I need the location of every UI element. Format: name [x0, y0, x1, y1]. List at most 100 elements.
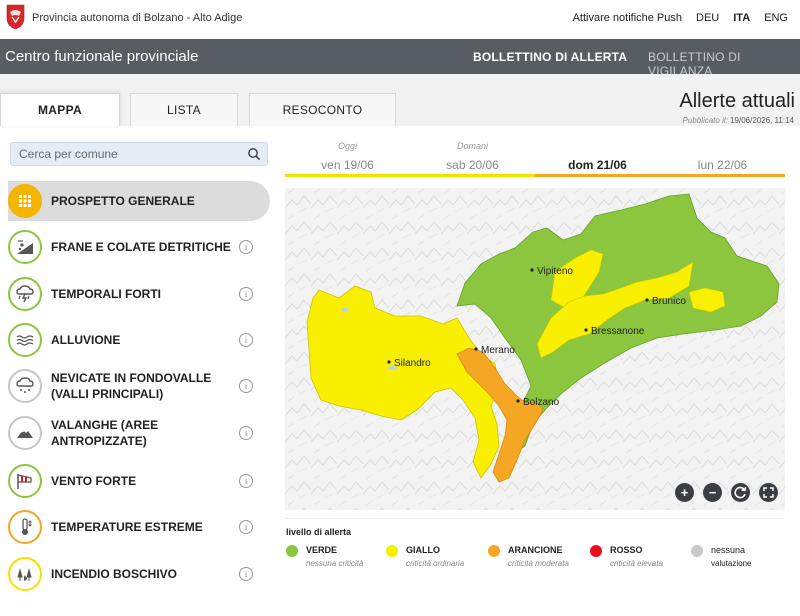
thermometer-icon [8, 510, 42, 544]
info-icon[interactable]: i [239, 240, 253, 254]
hazard-nevicate[interactable]: NEVICATE IN FONDOVALLE (VALLI PRINCIPALI… [8, 366, 270, 406]
day-tab-today[interactable]: Oggi ven 19/06 [285, 141, 410, 172]
info-icon[interactable]: i [239, 287, 253, 301]
day-label: lun 22/06 [697, 158, 748, 172]
legend-name: ROSSO [610, 545, 643, 555]
day-tab-next[interactable]: lun 22/06 [660, 141, 785, 172]
day-caption [660, 141, 785, 152]
legend-swatch [386, 545, 398, 557]
info-icon[interactable]: i [239, 426, 253, 440]
legend-sub: criticità moderata [508, 559, 569, 568]
hazard-frane[interactable]: FRANE E COLATE DETRITICHE i [8, 227, 270, 267]
tab-mappa[interactable]: MAPPA [0, 93, 120, 126]
svg-text:Silandro: Silandro [394, 358, 431, 369]
zoom-out-button[interactable]: − [703, 483, 722, 502]
forest-fire-icon [8, 557, 42, 591]
legend-name: GIALLO [406, 545, 440, 555]
hazard-alluvione[interactable]: ALLUVIONE i [8, 320, 270, 360]
push-notifications-link[interactable]: Attivare notifiche Push [573, 12, 682, 24]
day-label: dom 21/06 [568, 158, 627, 172]
day-label: ven 19/06 [321, 158, 374, 172]
day-caption: Domani [456, 141, 488, 151]
legend-name: ARANCIONE [508, 545, 563, 555]
reset-icon [734, 486, 747, 499]
snowfall-icon [8, 369, 42, 403]
map-legend: livello di allerta VERDE nessuna critici… [285, 518, 785, 576]
day-label: sab 20/06 [446, 158, 499, 172]
grid-icon [8, 184, 42, 218]
search-box [10, 142, 268, 166]
windsock-icon [8, 464, 42, 498]
day-selector: Oggi ven 19/06 Domani sab 20/06 dom 21/0… [285, 141, 785, 177]
flood-icon [8, 323, 42, 357]
town-silandro[interactable]: Silandro [387, 358, 431, 369]
info-icon[interactable]: i [239, 567, 253, 581]
fullscreen-icon [763, 487, 774, 498]
site-title[interactable]: Centro funzionale provinciale [5, 48, 198, 65]
town-merano[interactable]: Merano [474, 345, 515, 356]
day-indicator-bar [285, 174, 785, 177]
town-brunico[interactable]: Brunico [645, 296, 686, 307]
legend-swatch [590, 545, 602, 557]
hazard-label: FRANE E COLATE DETRITICHE [51, 240, 231, 254]
town-bressanone[interactable]: Bressanone [584, 326, 645, 337]
hazard-label: VALANGHE (AREE ANTROPIZZATE) [51, 418, 159, 448]
legend-swatch [286, 545, 298, 557]
search-input[interactable] [11, 143, 231, 165]
organization-name[interactable]: Provincia autonoma di Bolzano - Alto Adi… [32, 12, 242, 24]
info-icon[interactable]: i [239, 474, 253, 488]
svg-text:Brunico: Brunico [652, 296, 686, 307]
info-icon[interactable]: i [239, 520, 253, 534]
lang-ita[interactable]: ITA [733, 12, 750, 24]
fullscreen-button[interactable] [759, 483, 778, 502]
hazard-label: ALLUVIONE [51, 333, 121, 347]
legend-swatch [691, 545, 703, 557]
town-bolzano[interactable]: Bolzano [516, 397, 560, 408]
province-coat-of-arms-logo[interactable] [6, 4, 25, 30]
hazard-label: VENTO FORTE [51, 474, 137, 488]
lang-deu[interactable]: DEU [696, 12, 719, 24]
day-tab-tomorrow[interactable]: Domani sab 20/06 [410, 141, 535, 172]
top-links: Attivare notifiche Push DEU ITA ENG [573, 12, 788, 24]
day-caption: Oggi [337, 141, 357, 151]
legend-name: nessuna [711, 545, 746, 555]
hazard-label: NEVICATE IN FONDOVALLE (VALLI PRINCIPALI… [51, 371, 212, 401]
search-icon[interactable] [247, 147, 261, 161]
svg-text:Merano: Merano [481, 345, 515, 356]
alert-map[interactable]: Vipiteno Brunico Bressanone Merano Silan… [285, 188, 785, 510]
hazard-temperature[interactable]: TEMPERATURE ESTREME i [8, 507, 270, 547]
lang-eng[interactable]: ENG [764, 12, 788, 24]
top-bar: Provincia autonoma di Bolzano - Alto Adi… [0, 0, 800, 39]
town-vipiteno[interactable]: Vipiteno [530, 266, 573, 277]
svg-text:Bolzano: Bolzano [523, 397, 560, 408]
hazard-label: PROSPETTO GENERALE [51, 194, 195, 208]
legend-name: VERDE [306, 545, 338, 555]
reset-view-button[interactable] [731, 483, 750, 502]
map-canvas: Vipiteno Brunico Bressanone Merano Silan… [285, 188, 785, 510]
hazard-valanghe[interactable]: VALANGHE (AREE ANTROPIZZATE) i [8, 413, 270, 453]
published-info: Pubblicato il: 19/06/2026, 11:14 [682, 116, 794, 125]
zoom-in-button[interactable]: + [675, 483, 694, 502]
day-tab-selected[interactable]: dom 21/06 [535, 141, 660, 172]
hazard-incendio[interactable]: INCENDIO BOSCHIVO i [8, 554, 270, 594]
hazard-prospetto-generale[interactable]: PROSPETTO GENERALE [8, 181, 270, 221]
hazard-label: TEMPERATURE ESTREME [51, 520, 203, 534]
legend-sub: criticità elevata [610, 559, 663, 568]
svg-text:Vipiteno: Vipiteno [537, 266, 573, 277]
hazard-temporali[interactable]: TEMPORALI FORTI i [8, 274, 270, 314]
tab-lista[interactable]: LISTA [130, 93, 238, 126]
info-icon[interactable]: i [239, 333, 253, 347]
info-icon[interactable]: i [239, 379, 253, 393]
legend-swatch [488, 545, 500, 557]
legend-title: livello di allerta [286, 527, 352, 537]
published-label: Pubblicato il: [682, 116, 728, 125]
thunderstorm-icon [8, 277, 42, 311]
hazard-vento[interactable]: VENTO FORTE i [8, 461, 270, 501]
published-value: 19/06/2026, 11:14 [730, 116, 794, 125]
region-yellow-far-east [688, 287, 726, 313]
legend-sub: valutazione [711, 559, 752, 568]
tab-resoconto[interactable]: RESOCONTO [249, 93, 396, 126]
main-header: Centro funzionale provinciale BOLLETTINO… [0, 39, 800, 78]
nav-bollettino-allerta[interactable]: BOLLETTINO DI ALLERTA [473, 50, 627, 64]
landslide-icon [8, 230, 42, 264]
